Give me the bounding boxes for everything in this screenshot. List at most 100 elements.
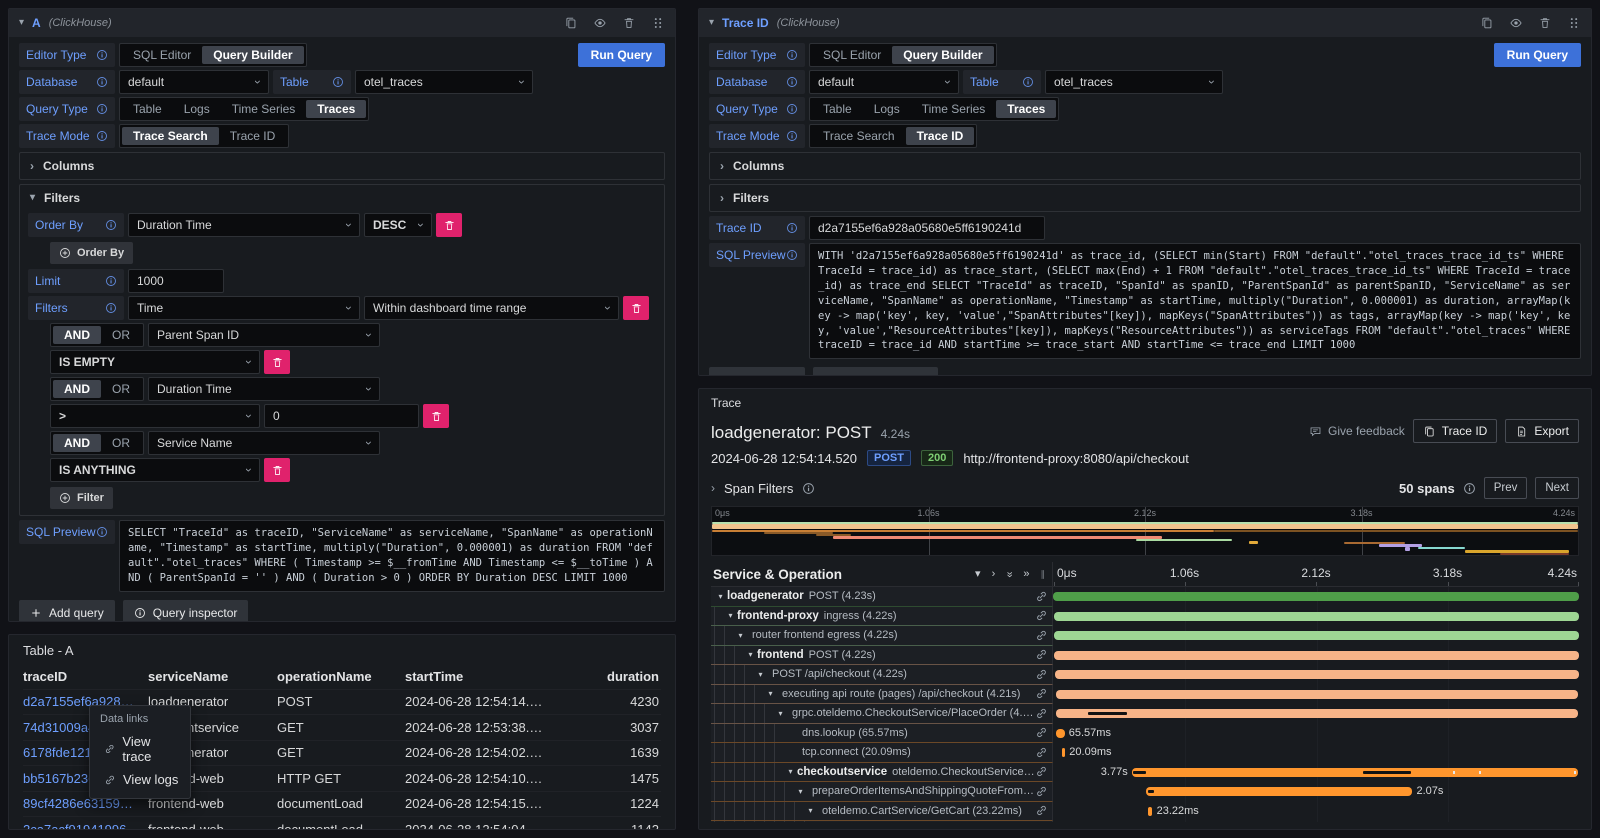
filter3-value-input[interactable]: 0 bbox=[264, 404, 419, 428]
info-icon[interactable] bbox=[786, 222, 798, 234]
option-or[interactable]: OR bbox=[101, 380, 141, 398]
span-name-cell[interactable]: ▾POST /api/checkout (4.22s) bbox=[711, 665, 1053, 685]
collapse-chevron-icon[interactable]: ▾ bbox=[19, 18, 24, 28]
cell-traceid[interactable]: 2ca7acf91941996c... bbox=[23, 817, 148, 831]
order-by-field-select[interactable]: Duration Time› bbox=[128, 213, 360, 237]
span-name-cell[interactable]: ▾oteldemo.CartService/GetCart (23.22ms) bbox=[711, 802, 1053, 822]
span-link-icon[interactable] bbox=[1035, 804, 1048, 817]
drag-handle-icon[interactable] bbox=[1567, 16, 1581, 30]
option-time-series[interactable]: Time Series bbox=[911, 100, 997, 118]
expand-all-icon[interactable]: » bbox=[1023, 569, 1029, 580]
hide-query-icon[interactable] bbox=[593, 16, 607, 30]
option-or[interactable]: OR bbox=[101, 326, 141, 344]
drag-handle-icon[interactable] bbox=[651, 16, 665, 30]
info-icon[interactable] bbox=[96, 49, 108, 61]
span-bar[interactable] bbox=[1132, 768, 1578, 777]
option-logs[interactable]: Logs bbox=[173, 100, 221, 118]
option-or[interactable]: OR bbox=[101, 434, 141, 452]
prev-button[interactable]: Prev bbox=[1484, 477, 1528, 499]
filter2-field-select[interactable]: Parent Span ID› bbox=[148, 323, 380, 347]
span-name-cell[interactable]: tcp.connect (20.09ms) bbox=[711, 743, 1053, 763]
add-query-button[interactable]: Add query bbox=[709, 367, 805, 376]
table-select[interactable]: otel_traces› bbox=[355, 70, 533, 94]
option-query-builder[interactable]: Query Builder bbox=[202, 46, 303, 64]
query-row-header-a[interactable]: ▾ A (ClickHouse) bbox=[9, 9, 675, 37]
span-link-icon[interactable] bbox=[1035, 590, 1048, 603]
remove-order-by-button[interactable] bbox=[436, 213, 462, 237]
span-expander-icon[interactable]: ▾ bbox=[764, 689, 777, 698]
span-expander-icon[interactable]: ▾ bbox=[734, 631, 747, 640]
filter2-operator-select[interactable]: IS EMPTY› bbox=[50, 350, 260, 374]
option-and[interactable]: AND bbox=[53, 326, 101, 344]
option-query-builder[interactable]: Query Builder bbox=[892, 46, 993, 64]
delete-query-icon[interactable] bbox=[622, 16, 636, 30]
span-expander-icon[interactable]: ▾ bbox=[784, 767, 797, 776]
span-expander-icon[interactable]: ▾ bbox=[794, 787, 807, 796]
col-header-traceid[interactable]: traceID bbox=[23, 665, 148, 689]
span-expander-icon[interactable]: ▾ bbox=[754, 670, 767, 679]
option-traces[interactable]: Traces bbox=[306, 100, 366, 118]
option-trace-id[interactable]: Trace ID bbox=[906, 127, 975, 145]
span-expander-icon[interactable]: ▾ bbox=[724, 611, 737, 620]
database-select[interactable]: default› bbox=[119, 70, 269, 94]
info-icon[interactable] bbox=[96, 76, 108, 88]
span-bar[interactable] bbox=[1054, 631, 1579, 640]
query-row-header-traceid[interactable]: ▾ Trace ID (ClickHouse) bbox=[699, 9, 1591, 37]
info-icon[interactable] bbox=[1022, 76, 1034, 88]
option-logs[interactable]: Logs bbox=[863, 100, 911, 118]
database-select[interactable]: default› bbox=[809, 70, 959, 94]
info-icon[interactable] bbox=[802, 482, 815, 495]
span-link-icon[interactable] bbox=[1035, 746, 1048, 759]
span-name-cell[interactable]: ▾executing api route (pages) /api/checko… bbox=[711, 685, 1053, 705]
table-select[interactable]: otel_traces› bbox=[1045, 70, 1223, 94]
info-icon[interactable] bbox=[786, 49, 798, 61]
trace-minimap[interactable]: 0μs1.06s2.12s3.18s4.24s bbox=[711, 506, 1579, 556]
trace-id-button[interactable]: Trace ID bbox=[1413, 419, 1498, 443]
expand-one-icon[interactable]: › bbox=[992, 569, 996, 580]
view-trace-link[interactable]: View trace bbox=[100, 730, 180, 768]
span-bar[interactable] bbox=[1054, 612, 1579, 621]
col-header-servicename[interactable]: serviceName bbox=[148, 665, 277, 689]
span-name-cell[interactable]: ▾frontend-proxyingress (4.22s) bbox=[711, 607, 1053, 627]
info-icon[interactable] bbox=[105, 302, 117, 314]
info-icon[interactable] bbox=[96, 103, 108, 115]
info-icon[interactable] bbox=[96, 526, 108, 538]
span-bar[interactable] bbox=[1054, 651, 1579, 660]
span-link-icon[interactable] bbox=[1035, 629, 1048, 642]
query-inspector-button[interactable]: Query inspector bbox=[813, 367, 939, 376]
span-link-icon[interactable] bbox=[1035, 707, 1048, 720]
add-filter-button[interactable]: Filter bbox=[50, 487, 113, 509]
span-bar[interactable] bbox=[1062, 748, 1065, 757]
col-header-duration[interactable]: duration bbox=[555, 665, 661, 689]
span-bar[interactable] bbox=[1146, 787, 1412, 796]
run-query-button[interactable]: Run Query bbox=[578, 43, 665, 67]
span-name-cell[interactable]: ▾loadgeneratorPOST (4.23s) bbox=[711, 587, 1053, 607]
filter3-operator-select[interactable]: >› bbox=[50, 404, 260, 428]
span-expander-icon[interactable]: ▾ bbox=[714, 592, 727, 601]
span-name-cell[interactable]: ▾router frontend egress (4.22s) bbox=[711, 626, 1053, 646]
option-and[interactable]: AND bbox=[53, 380, 101, 398]
limit-input[interactable]: 1000 bbox=[128, 269, 224, 293]
collapse-chevron-icon[interactable]: ▾ bbox=[709, 18, 714, 28]
option-table[interactable]: Table bbox=[812, 100, 863, 118]
span-expander-icon[interactable]: ▾ bbox=[804, 806, 817, 815]
col-header-operationname[interactable]: operationName bbox=[277, 665, 405, 689]
remove-filter2-button[interactable] bbox=[264, 350, 290, 374]
duplicate-query-icon[interactable] bbox=[564, 16, 578, 30]
info-icon[interactable] bbox=[332, 76, 344, 88]
run-query-button[interactable]: Run Query bbox=[1494, 43, 1581, 67]
info-icon[interactable] bbox=[786, 130, 798, 142]
span-name-cell[interactable]: ▾grpc.oteldemo.CheckoutService/PlaceOrde… bbox=[711, 704, 1053, 724]
option-trace-search[interactable]: Trace Search bbox=[812, 127, 906, 145]
span-link-icon[interactable] bbox=[1035, 648, 1048, 661]
span-name-cell[interactable]: dns.lookup (65.57ms) bbox=[711, 724, 1053, 744]
span-name-cell[interactable]: ▾ bbox=[711, 821, 1053, 822]
span-name-cell[interactable]: ▾frontendPOST (4.22s) bbox=[711, 646, 1053, 666]
info-icon[interactable] bbox=[105, 275, 117, 287]
span-link-icon[interactable] bbox=[1035, 609, 1048, 622]
info-icon[interactable] bbox=[786, 249, 798, 261]
info-icon[interactable] bbox=[96, 130, 108, 142]
span-expander-icon[interactable]: ▾ bbox=[774, 709, 787, 718]
next-button[interactable]: Next bbox=[1535, 477, 1579, 499]
collapse-one-icon[interactable]: ▾ bbox=[975, 569, 981, 580]
